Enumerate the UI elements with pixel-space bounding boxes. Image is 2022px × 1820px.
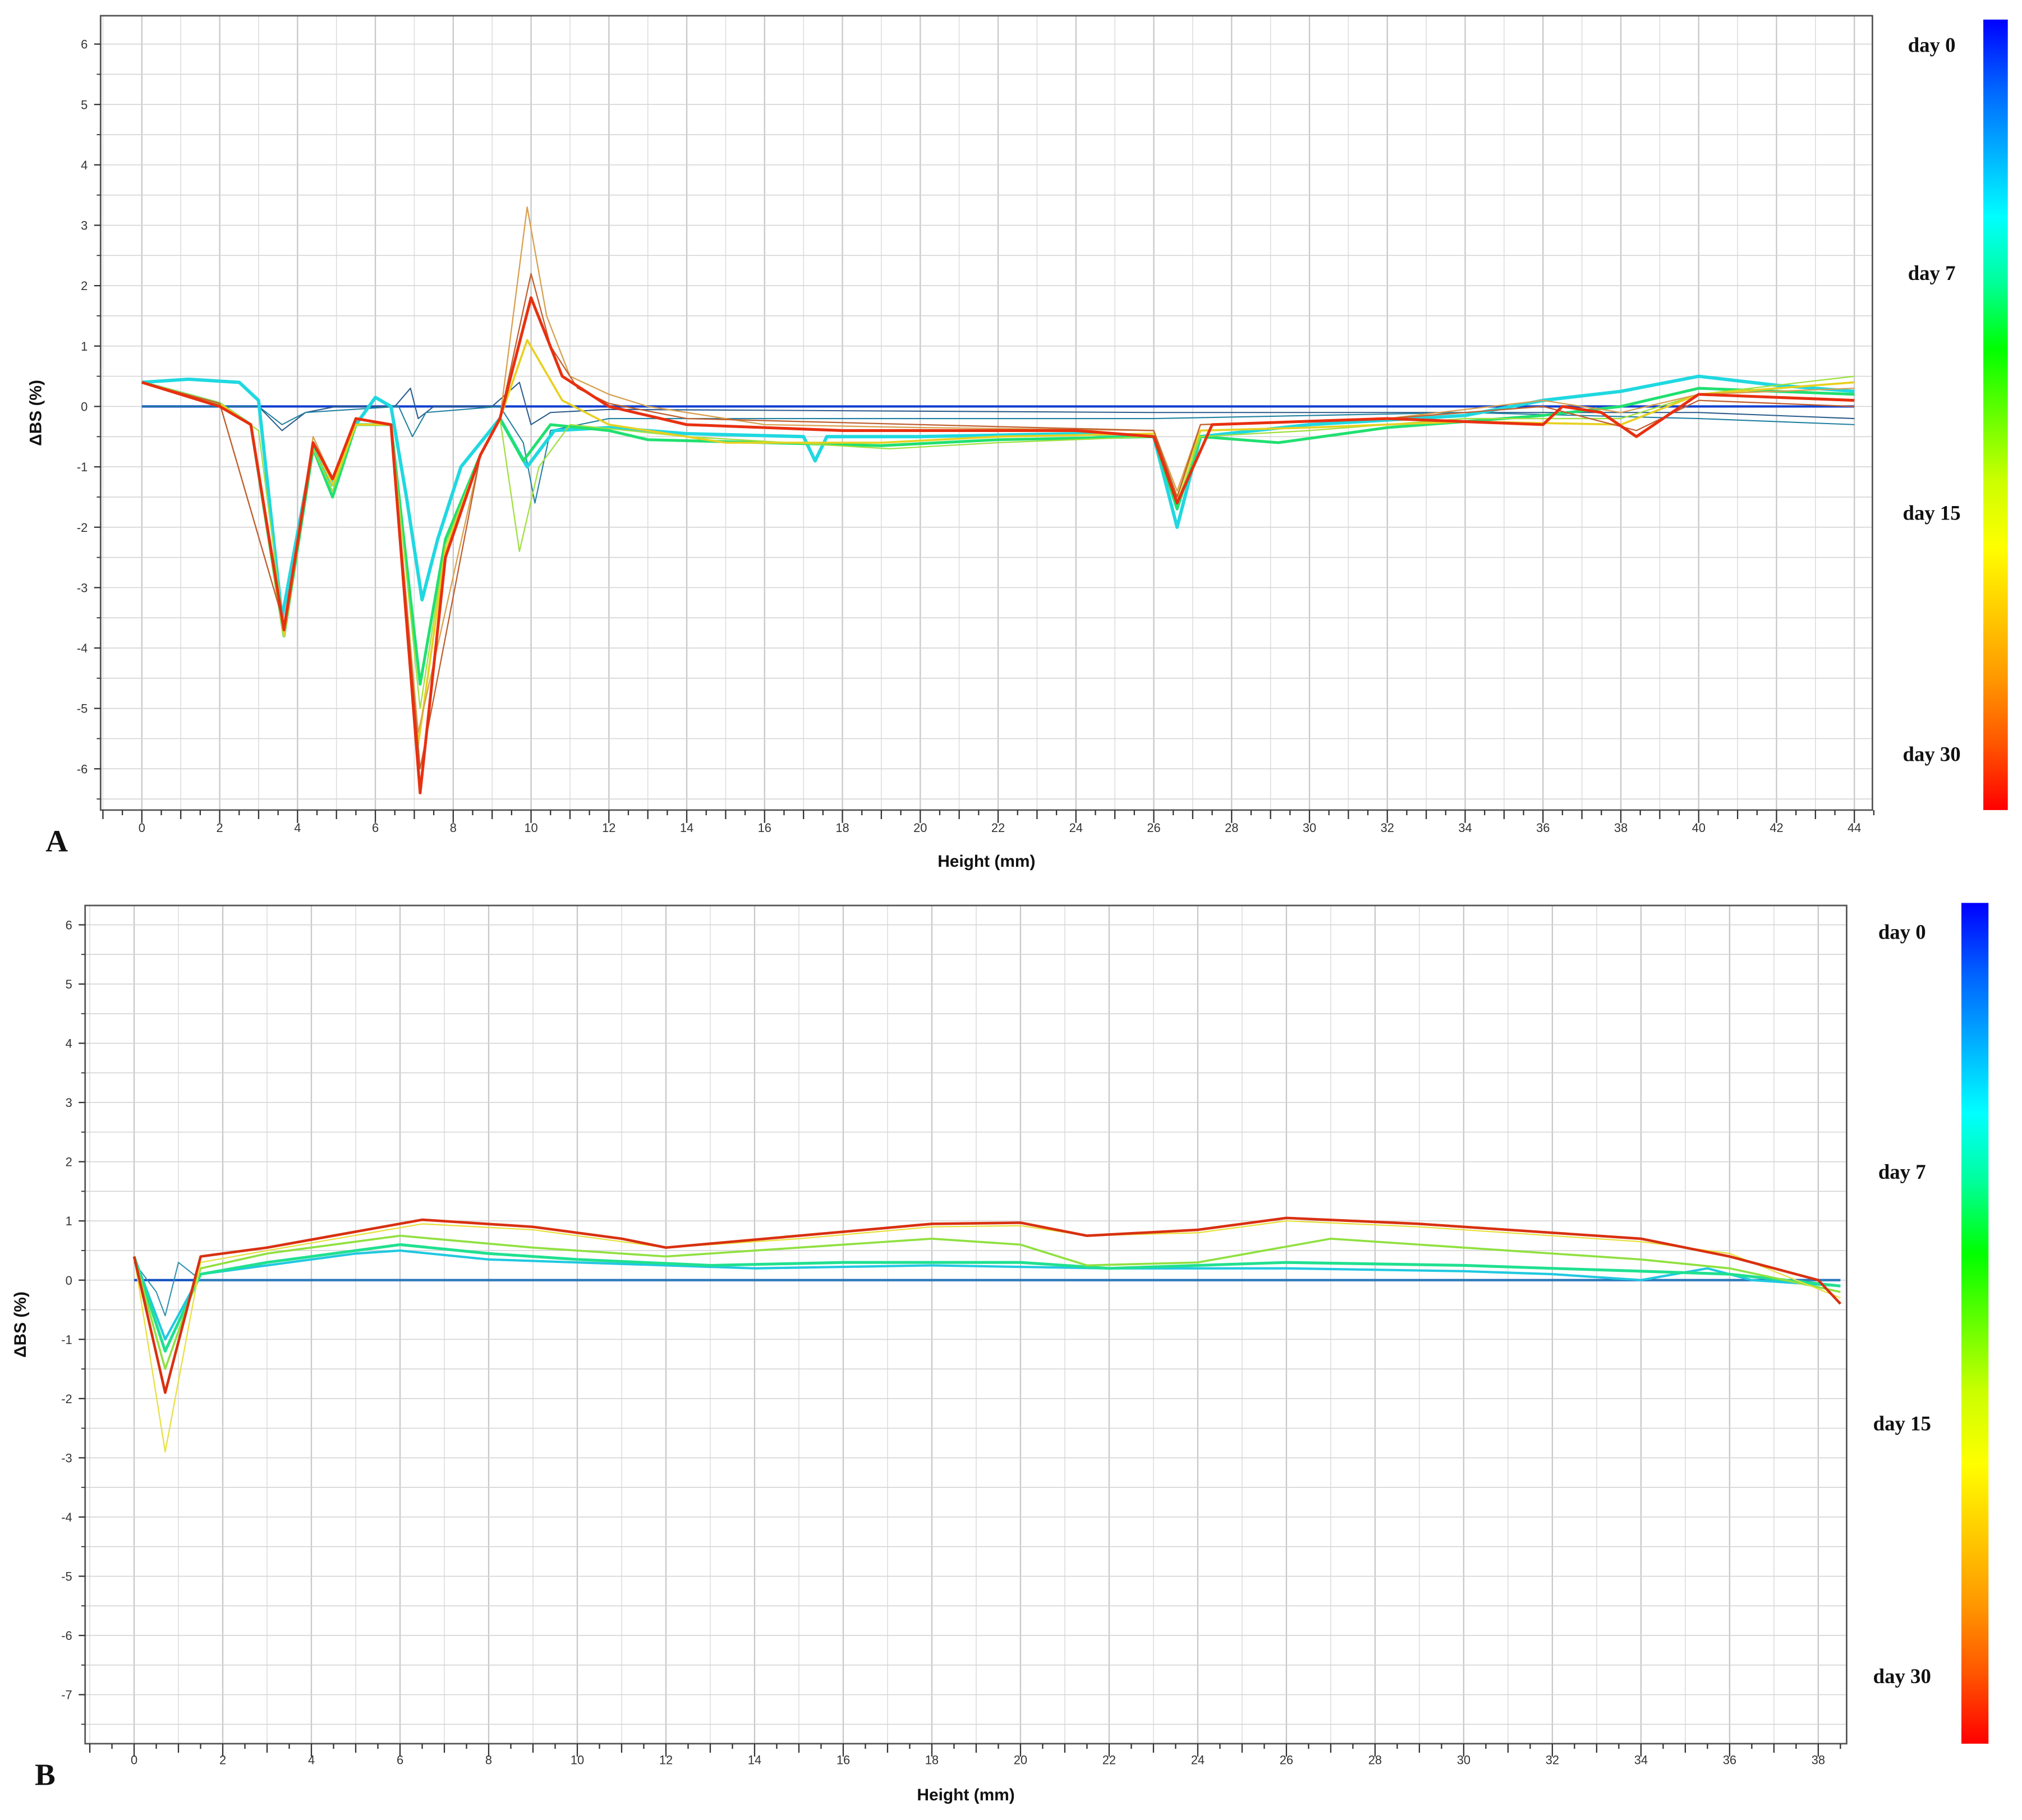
x-tick-label: 26 [1280,1753,1293,1767]
panel-label: A [45,824,68,858]
x-tick-label: 12 [602,821,615,835]
y-tick-label: 0 [81,399,88,413]
series-line-day-7 [133,1249,1841,1341]
x-tick-label: 28 [1368,1753,1382,1767]
x-tick-label: 6 [372,821,379,835]
series-group [132,1216,1842,1453]
colorbar-label: day 0 [1908,33,1956,56]
y-tick-label: -6 [77,762,88,776]
x-tick-label: 16 [837,1753,850,1767]
panel-a-chart: 6543210-1-2-3-4-5-60 2 4 6 8 10 12 14 16 18 20 22 24… [27,15,2008,871]
panel-b-chart: 6543210-1-2-3-4-5-6-70 2 4 6 8 10 12 14 16 18 20 22… [11,903,1989,1804]
x-tick-label: 12 [659,1753,673,1767]
y-tick-label: 3 [81,219,88,233]
colorbar-label: day 15 [1903,502,1961,525]
x-tick-label: 6 [397,1753,403,1767]
y-tick-label: 5 [81,98,88,112]
x-tick-label: 26 [1147,821,1160,835]
x-tick-label: 30 [1457,1753,1470,1767]
colorbar-label: day 15 [1873,1412,1931,1435]
y-tick-label: -1 [77,460,88,474]
y-tick-label: 4 [66,1037,72,1051]
plot-frame [84,904,1848,1745]
y-tick-label: 2 [81,279,88,293]
x-tick-label: 4 [308,1753,315,1767]
y-axis-label: ΔBS (%) [11,1292,30,1358]
y-tick-label: 0 [66,1274,72,1288]
y-tick-label: -2 [77,521,88,535]
x-tick-label: 8 [485,1753,492,1767]
x-tick-label: 38 [1812,1753,1825,1767]
x-tick-label: 22 [991,821,1005,835]
x-tick-label: 32 [1546,1753,1559,1767]
y-tick-label: 1 [66,1214,72,1228]
y-tick-label: 3 [66,1096,72,1110]
x-tick-label: 10 [524,821,537,835]
x-tick-label: 18 [835,821,849,835]
x-tick-label: 8 [450,821,457,835]
x-tick-label: 0 [139,821,145,835]
y-tick-label: -6 [61,1629,72,1643]
x-tick-label: 20 [1014,1753,1027,1767]
series-line-day-30 [132,1216,1842,1394]
colorbar-label: day 7 [1878,1160,1926,1183]
colorbar-label: day 30 [1873,1665,1931,1688]
x-tick-label: 34 [1634,1753,1648,1767]
colorbar-label: day 7 [1908,261,1956,284]
x-tick-label: 0 [131,1753,137,1767]
x-tick-label: 42 [1770,821,1783,835]
panel-label: B [35,1758,56,1792]
y-tick-label: -2 [61,1392,72,1406]
x-axis-label: Height (mm) [938,852,1035,871]
colorbar-label: day 30 [1903,743,1961,766]
colorbar [1983,19,2008,810]
series-line-day-17 [133,1234,1841,1370]
x-tick-label: 36 [1536,821,1550,835]
y-tick-label: -5 [77,702,88,716]
x-tick-label: 30 [1303,821,1316,835]
x-tick-label: 34 [1458,821,1472,835]
x-tick-label: 10 [571,1753,584,1767]
x-axis-label: Height (mm) [917,1786,1014,1804]
figure: 6543210-1-2-3-4-5-60 2 4 6 8 10 12 14 16 18 20 22 24… [11,15,2008,1804]
x-tick-label: 24 [1191,1753,1205,1767]
y-tick-label: 2 [66,1155,72,1169]
x-tick-label: 36 [1723,1753,1736,1767]
x-tick-label: 14 [680,821,693,835]
y-axis-label: ΔBS (%) [27,380,45,446]
y-tick-label: -4 [61,1510,72,1524]
y-tick-label: 5 [66,977,72,991]
x-tick-label: 32 [1381,821,1394,835]
y-tick-label: 6 [66,918,72,932]
colorbar-label: day 0 [1878,921,1926,944]
grid [85,905,1847,1744]
x-tick-label: 38 [1614,821,1628,835]
y-tick-label: 6 [81,38,88,52]
x-tick-label: 24 [1069,821,1083,835]
x-tick-label: 16 [758,821,771,835]
x-tick-label: 22 [1102,1753,1116,1767]
y-tick-label: -4 [77,641,88,655]
y-tick-label: 4 [81,158,88,172]
x-tick-label: 44 [1848,821,1861,835]
y-tick-label: -7 [61,1688,72,1702]
x-tick-label: 28 [1225,821,1238,835]
x-tick-label: 40 [1692,821,1706,835]
series-line-day-12 [132,1243,1841,1353]
y-tick-label: -3 [77,581,88,595]
y-tick-label: -5 [61,1570,72,1584]
y-tick-label: -3 [61,1451,72,1465]
x-tick-label: 20 [913,821,927,835]
x-tick-label: 18 [925,1753,939,1767]
x-tick-label: 14 [748,1753,761,1767]
colorbar [1961,903,1989,1744]
x-tick-label: 4 [294,821,301,835]
y-tick-label: -1 [61,1332,72,1346]
y-tick-label: 1 [81,339,88,353]
x-tick-label: 2 [217,821,223,835]
x-tick-label: 2 [219,1753,226,1767]
